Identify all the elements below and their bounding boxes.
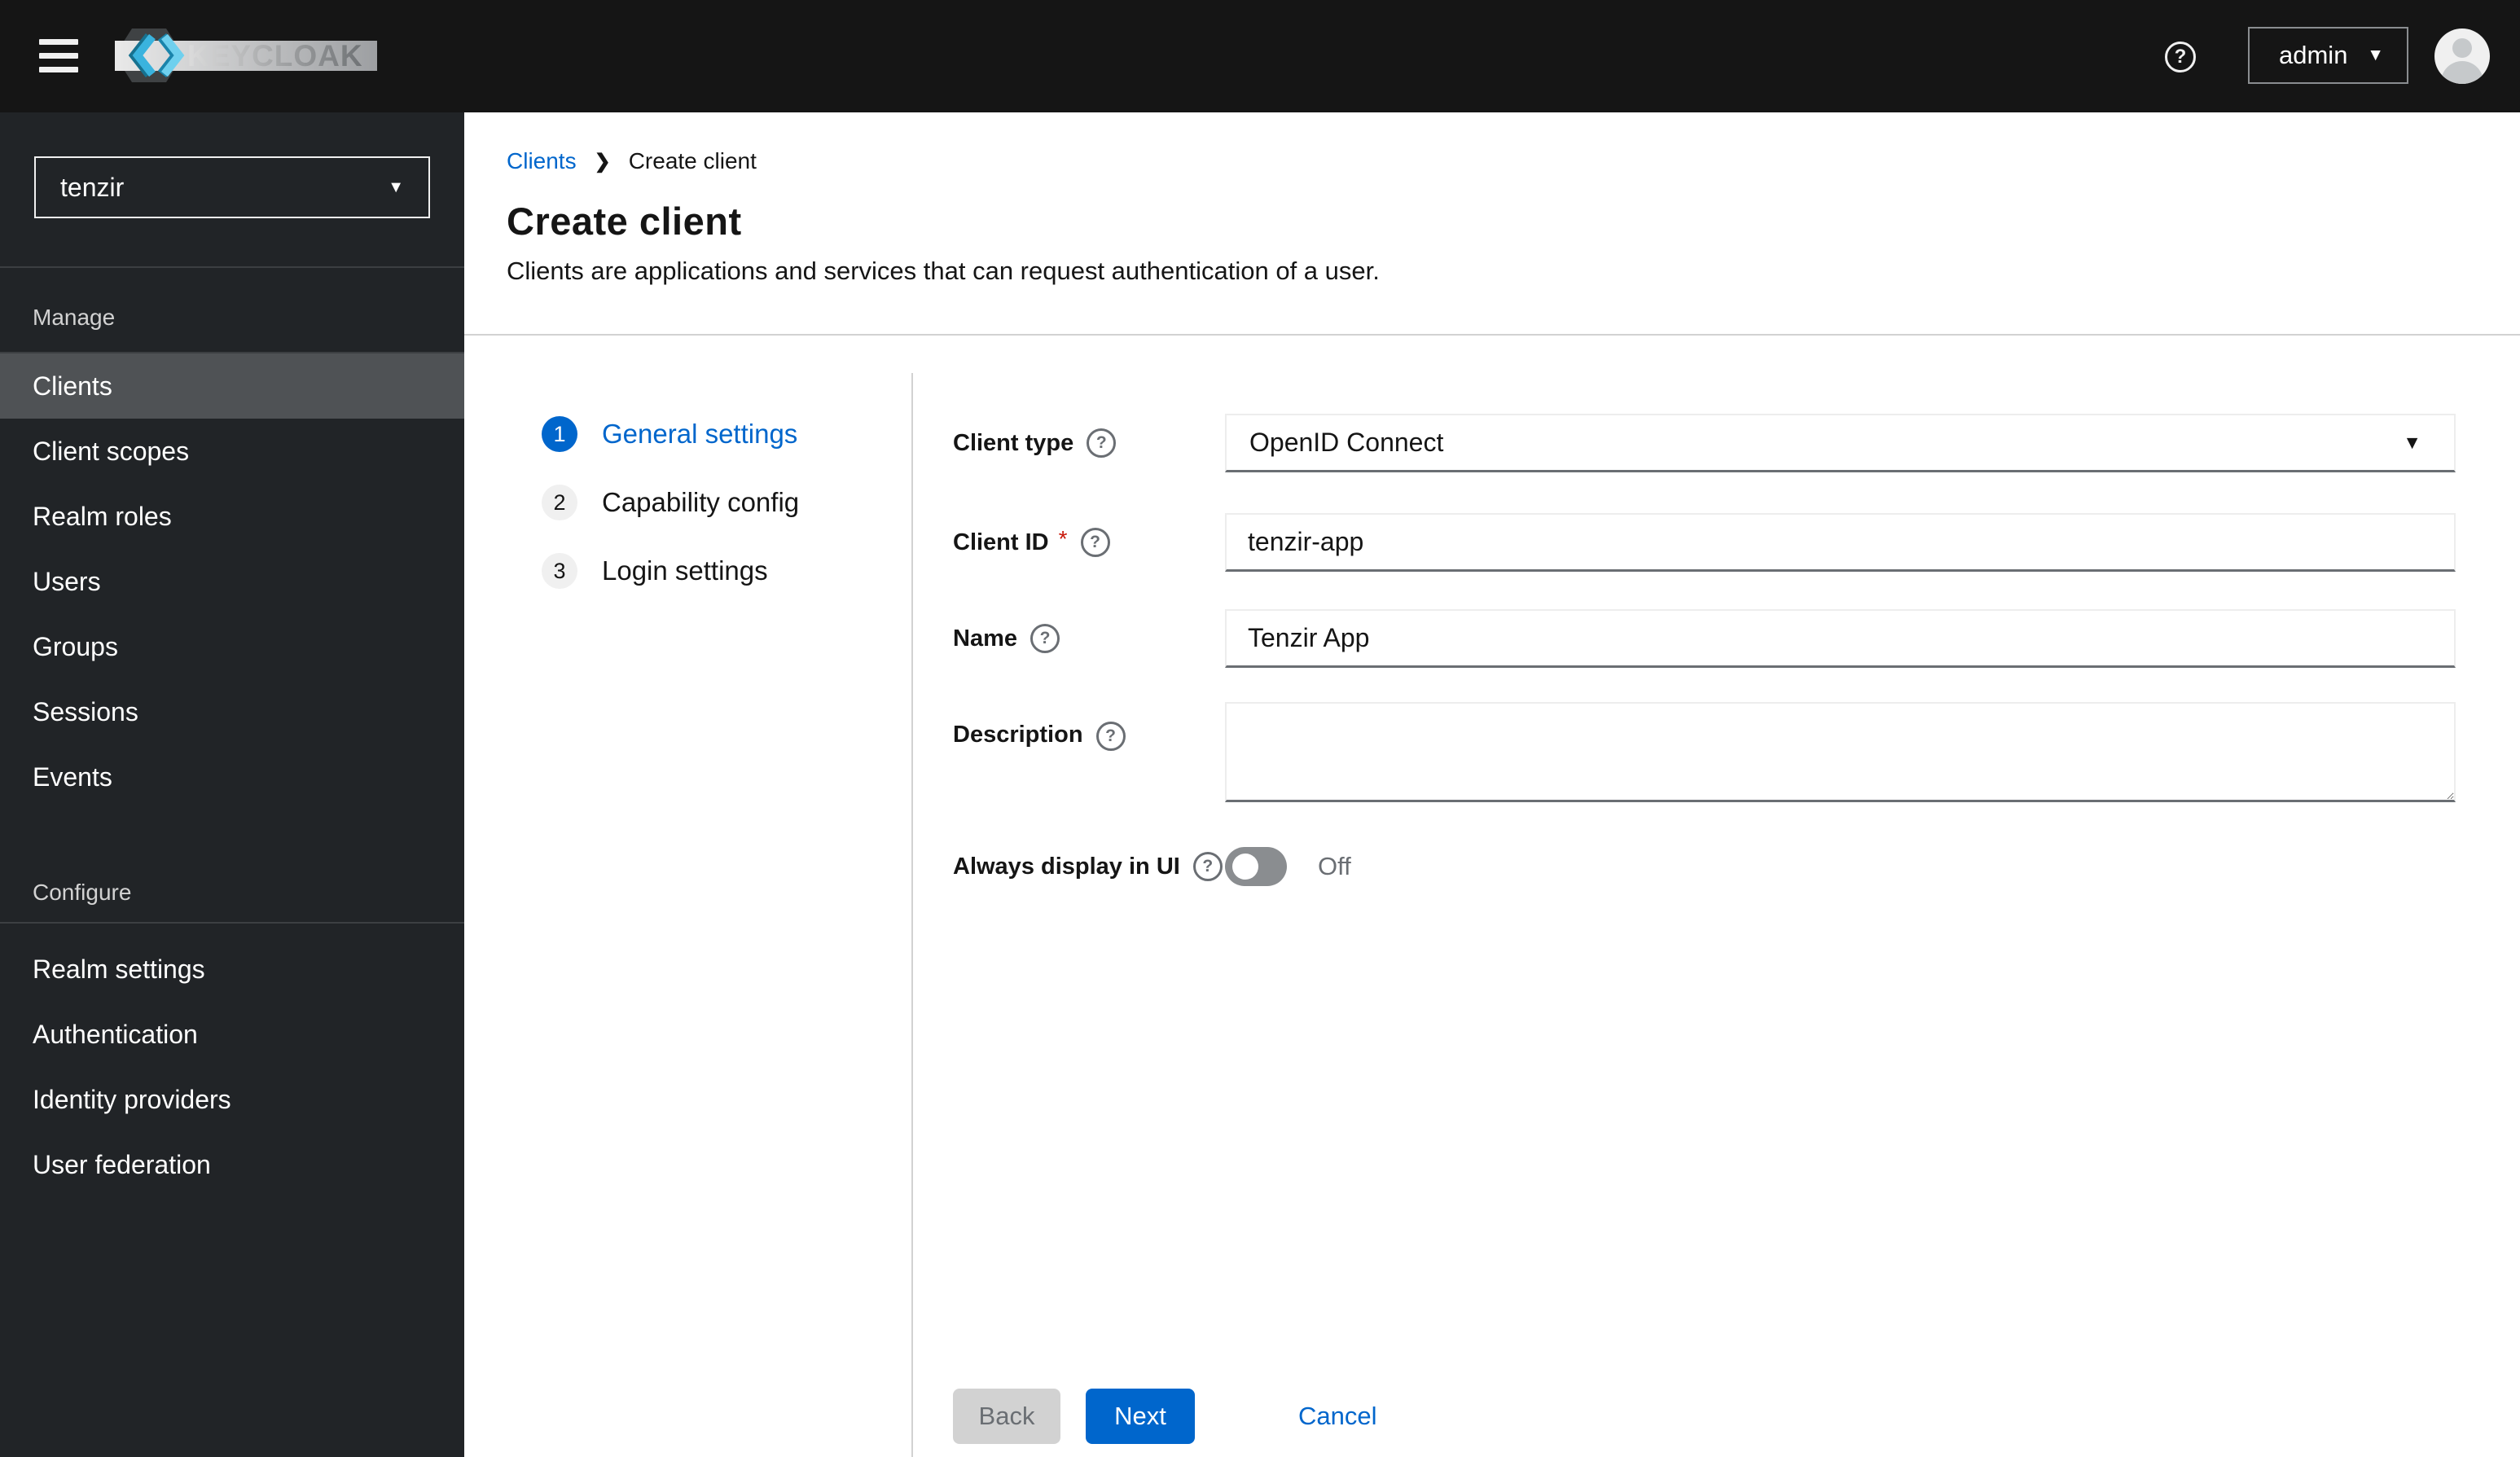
description-label: Description [953, 722, 1083, 748]
required-indicator: * [1058, 526, 1068, 551]
nav-section-configure: Configure [33, 880, 132, 905]
username: admin [2279, 41, 2348, 69]
sidebar-item-users[interactable]: Users [0, 549, 464, 614]
step-number-badge: 1 [542, 416, 577, 452]
sidebar-item-client-scopes[interactable]: Client scopes [0, 419, 464, 484]
configure-nav-list: Realm settings Authentication Identity p… [0, 937, 464, 1197]
help-icon[interactable]: ? [1087, 428, 1117, 458]
form-row-description: Description ? [953, 702, 2456, 802]
help-icon[interactable]: ? [1030, 624, 1060, 653]
sidebar-divider [0, 922, 464, 924]
step-number-badge: 3 [542, 553, 577, 589]
help-icon[interactable]: ? [1095, 722, 1126, 751]
page-header: Clients ❯ Create client Create client Cl… [464, 112, 2520, 336]
sidebar-item-identity-providers[interactable]: Identity providers [0, 1067, 464, 1132]
page-title: Create client [507, 200, 742, 243]
client-type-value: OpenID Connect [1249, 428, 1444, 457]
breadcrumb: Clients ❯ Create client [507, 148, 2478, 174]
step-label: Capability config [602, 487, 800, 517]
step-label: Login settings [602, 555, 768, 586]
always-display-label: Always display in UI [953, 853, 1180, 880]
always-display-toggle[interactable] [1225, 847, 1287, 886]
form-row-always-display: Always display in UI ? Off [953, 847, 2456, 886]
next-button[interactable]: Next [1086, 1389, 1195, 1444]
sidebar-item-clients[interactable]: Clients [0, 353, 464, 419]
help-icon[interactable]: ? [1080, 528, 1110, 557]
breadcrumb-clients-link[interactable]: Clients [507, 148, 577, 174]
sidebar-item-realm-roles[interactable]: Realm roles [0, 484, 464, 549]
avatar[interactable] [2434, 29, 2490, 84]
client-type-select[interactable]: OpenID Connect ▼ [1225, 414, 2456, 472]
wizard-steps: 1 General settings 2 Capability config 3… [542, 416, 900, 621]
chevron-down-icon: ▼ [388, 178, 404, 196]
wizard-step-login-settings[interactable]: 3 Login settings [542, 553, 900, 589]
manage-nav-list: Clients Client scopes Realm roles Users … [0, 353, 464, 810]
sidebar-item-authentication[interactable]: Authentication [0, 1002, 464, 1067]
help-icon[interactable]: ? [1192, 852, 1223, 881]
sidebar-item-user-federation[interactable]: User federation [0, 1132, 464, 1197]
wizard-action-bar: Back Next Cancel [953, 1389, 1377, 1444]
step-number-badge: 2 [542, 485, 577, 520]
nav-toggle-hamburger-icon[interactable] [39, 39, 78, 73]
sidebar-divider [0, 266, 464, 268]
realm-selector-dropdown[interactable]: tenzir ▼ [34, 156, 430, 218]
sidebar-item-realm-settings[interactable]: Realm settings [0, 937, 464, 1002]
breadcrumb-chevron-icon: ❯ [594, 150, 611, 173]
wizard-step-general-settings[interactable]: 1 General settings [542, 416, 900, 452]
client-type-label: Client type [953, 429, 1074, 456]
step-label: General settings [602, 419, 798, 449]
wizard-form-divider [911, 373, 913, 1457]
nav-section-manage: Manage [33, 305, 116, 330]
chevron-down-icon: ▼ [2403, 432, 2421, 453]
name-label: Name [953, 625, 1017, 652]
form-row-client-id: Client ID * ? [953, 513, 2456, 572]
user-menu-dropdown[interactable]: admin ▼ [2248, 27, 2408, 84]
sidebar-item-groups[interactable]: Groups [0, 614, 464, 679]
sidebar-item-sessions[interactable]: Sessions [0, 679, 464, 744]
form-row-name: Name ? [953, 609, 2456, 668]
client-id-label: Client ID [953, 529, 1049, 555]
client-id-input[interactable] [1225, 513, 2456, 572]
current-realm: tenzir [60, 172, 125, 202]
chevron-down-icon: ▼ [2367, 46, 2384, 64]
page-subtitle: Clients are applications and services th… [507, 257, 1380, 285]
sidebar-item-events[interactable]: Events [0, 744, 464, 810]
form-row-client-type: Client type ? OpenID Connect ▼ [953, 414, 2456, 472]
back-button[interactable]: Back [953, 1389, 1060, 1444]
masthead: KEYCLOAK ? admin ▼ [0, 0, 2520, 112]
breadcrumb-current: Create client [628, 148, 757, 173]
brand-text: KEYCLOAK [187, 39, 363, 72]
description-textarea[interactable] [1225, 702, 2456, 802]
main-content: Clients ❯ Create client Create client Cl… [464, 112, 2520, 1457]
name-input[interactable] [1225, 609, 2456, 668]
help-icon[interactable]: ? [2165, 42, 2196, 72]
keycloak-logo: KEYCLOAK [114, 27, 383, 90]
cancel-link[interactable]: Cancel [1298, 1402, 1377, 1431]
wizard-step-capability-config[interactable]: 2 Capability config [542, 485, 900, 520]
sidebar: tenzir ▼ Manage Clients Client scopes Re… [0, 112, 464, 1457]
toggle-state-label: Off [1318, 852, 1351, 880]
